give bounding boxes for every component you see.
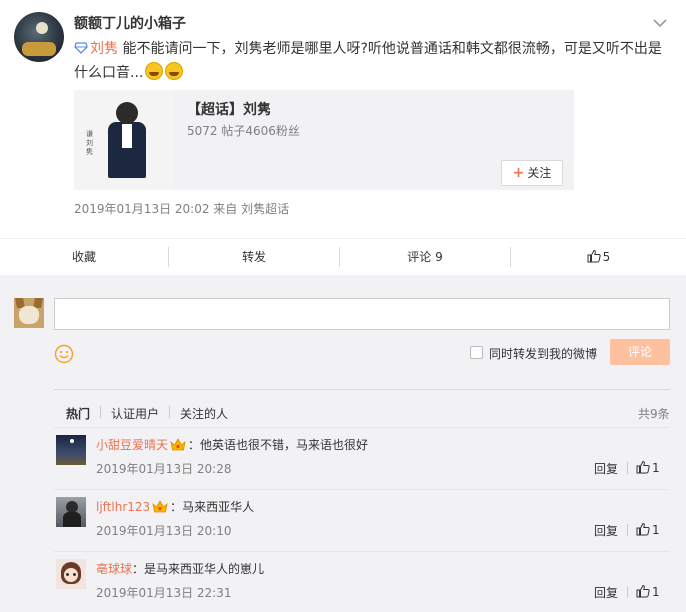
comment-like-count: 1 — [652, 585, 660, 599]
thumbs-up-icon — [636, 460, 650, 474]
comment-button[interactable]: 评论 9 — [340, 239, 510, 275]
reply-button[interactable]: 回复 — [594, 460, 618, 477]
card-image-text: 谦 刘 隽 — [86, 130, 93, 156]
emoji-picker-icon[interactable] — [54, 344, 74, 364]
action-bar: 收藏 转发 评论 9 5 — [0, 238, 686, 274]
commenter-avatar[interactable] — [56, 497, 86, 527]
comment-text: ：马来西亚华人 — [170, 500, 255, 514]
post-body: 能不能请问一下，刘隽老师是哪里人呀?听他说普通话和韩文都很流畅，可是又听不出是什… — [74, 41, 662, 81]
super-topic-card[interactable]: 谦 刘 隽 【超话】刘隽 5072 帖子4606粉丝 + 关注 — [74, 90, 574, 190]
favorite-button[interactable]: 收藏 — [0, 239, 168, 275]
repost-button[interactable]: 转发 — [169, 239, 339, 275]
commenter-avatar[interactable] — [56, 435, 86, 465]
comment-time: 2019年01月13日 20:28 — [96, 462, 232, 476]
author-avatar[interactable] — [14, 12, 64, 62]
comment-content: ljftlhr123 ：马来西亚华人 — [96, 498, 254, 515]
filter-hot-tab[interactable]: 热门 — [66, 405, 90, 422]
comment-like-count: 1 — [652, 523, 660, 537]
crown-badge-icon — [170, 438, 186, 451]
current-user-avatar — [14, 298, 44, 328]
comment-time: 2019年01月13日 20:10 — [96, 524, 232, 538]
super-topic-icon — [74, 42, 88, 54]
follow-button[interactable]: + 关注 — [501, 160, 563, 186]
follow-label: 关注 — [527, 166, 552, 180]
card-stats: 5072 帖子4606粉丝 — [187, 124, 300, 138]
comment-section: 同时转发到我的微博 评论 热门 认证用户 关注的人 共9条 小甜豆爱晴天 ：他英语… — [0, 275, 686, 612]
crown-badge-icon — [152, 500, 168, 513]
repost-label: 同时转发到我的微博 — [489, 347, 598, 361]
like-button[interactable]: 5 — [511, 239, 686, 275]
topic-card-image: 谦 刘 隽 — [74, 90, 174, 190]
topic-link[interactable]: 刘隽 — [90, 41, 118, 57]
comment-content: 亳球球：是马来西亚华人的崽儿 — [96, 560, 264, 577]
plus-icon: + — [512, 165, 525, 181]
comment-text: ：他英语也很不错，马来语也很好 — [188, 438, 369, 452]
commenter-name[interactable]: 亳球球 — [96, 562, 132, 576]
comment-item: ljftlhr123 ：马来西亚华人 2019年01月13日 20:10 回复 1 — [54, 489, 670, 551]
card-title: 【超话】刘隽 — [187, 102, 271, 118]
comment-content: 小甜豆爱晴天 ：他英语也很不错，马来语也很好 — [96, 436, 368, 453]
comment-item: 亳球球：是马来西亚华人的崽儿 2019年01月13日 22:31 回复 1 — [54, 551, 670, 612]
comment-time: 2019年01月13日 22:31 — [96, 586, 232, 600]
thumbs-up-icon — [587, 249, 601, 263]
comment-like-button[interactable]: 1 — [636, 522, 660, 537]
commenter-name[interactable]: 小甜豆爱晴天 — [96, 438, 168, 452]
laugh-cry-emoji-icon — [165, 62, 184, 80]
commenter-name[interactable]: ljftlhr123 — [96, 500, 150, 514]
comment-like-button[interactable]: 1 — [636, 584, 660, 599]
thumbs-up-icon — [636, 584, 650, 598]
filter-following-tab[interactable]: 关注的人 — [180, 405, 228, 422]
comment-like-count: 1 — [652, 461, 660, 475]
comment-input[interactable] — [54, 298, 670, 330]
comment-like-button[interactable]: 1 — [636, 460, 660, 475]
author-name[interactable]: 额额丁儿的小箱子 — [74, 13, 186, 33]
comment-total: 共9条 — [638, 407, 670, 421]
laugh-cry-emoji-icon — [145, 62, 164, 80]
comment-text: ：是马来西亚华人的崽儿 — [132, 562, 265, 576]
chevron-down-icon[interactable] — [651, 14, 669, 32]
thumbs-up-icon — [636, 522, 650, 536]
commenter-avatar[interactable] — [56, 559, 86, 589]
post-text: 刘隽 能不能请问一下，刘隽老师是哪里人呀?听他说普通话和韩文都很流畅，可是又听不… — [74, 37, 674, 85]
post-meta: 2019年01月13日 20:02 来自 刘隽超话 — [74, 202, 290, 216]
filter-verified-tab[interactable]: 认证用户 — [111, 405, 159, 422]
reply-button[interactable]: 回复 — [594, 584, 618, 601]
comment-item: 小甜豆爱晴天 ：他英语也很不错，马来语也很好 2019年01月13日 20:28 … — [54, 427, 670, 489]
weibo-post: 额额丁儿的小箱子 刘隽 能不能请问一下，刘隽老师是哪里人呀?听他说普通话和韩文都… — [0, 0, 686, 238]
submit-comment-button[interactable]: 评论 — [610, 339, 670, 365]
repost-checkbox[interactable] — [470, 346, 483, 359]
reply-button[interactable]: 回复 — [594, 522, 618, 539]
like-count: 5 — [602, 250, 611, 264]
